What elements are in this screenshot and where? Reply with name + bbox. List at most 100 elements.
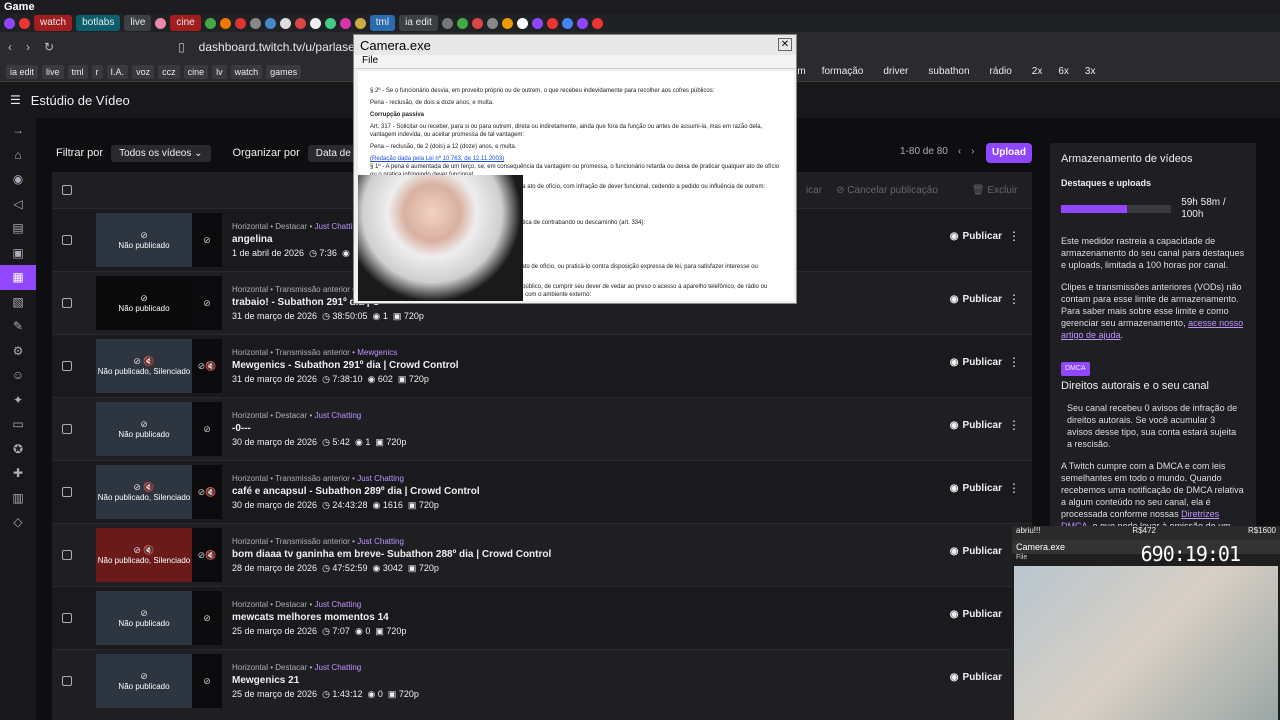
site-icon[interactable]	[309, 17, 321, 29]
publish-button[interactable]: ◉ Publicar	[950, 231, 1002, 242]
video-thumbnail[interactable]: ⊘ 🔇 Não publicado, Silenciado	[96, 528, 192, 582]
bookmark-item[interactable]: ccz	[158, 64, 180, 79]
forward-icon[interactable]: ›	[26, 40, 30, 54]
site-icon[interactable]	[501, 17, 513, 29]
publish-button[interactable]: ◉ Publicar	[950, 483, 1002, 494]
video-title[interactable]: mewcats melhores momentos 14	[232, 612, 406, 623]
video-category[interactable]: Just Chatting	[315, 663, 362, 672]
more-options-icon[interactable]: ⋮	[1008, 481, 1020, 495]
camera-window[interactable]: Camera.exe ✕ File § 2º - Se o funcionário…	[353, 34, 797, 304]
publish-button[interactable]: ◉ Publicar	[950, 357, 1002, 368]
video-thumbnail[interactable]: ⊘ Não publicado	[96, 402, 192, 456]
video-title[interactable]: angelina	[232, 234, 363, 245]
video-thumbnail[interactable]: ⊘ Não publicado	[96, 654, 192, 708]
record-icon[interactable]	[19, 17, 30, 29]
video-title[interactable]: Mewgenics 21	[232, 675, 419, 686]
site-icon[interactable]	[204, 17, 216, 29]
video-icon[interactable]: ▭	[0, 412, 36, 437]
next-page-icon[interactable]: ›	[971, 146, 974, 157]
tab-tml[interactable]: tml	[369, 15, 396, 31]
row-checkbox[interactable]	[62, 487, 72, 497]
stream-icon[interactable]: ◉	[0, 167, 36, 192]
site-icon[interactable]	[591, 17, 603, 29]
bookmark-item[interactable]: I.A.	[106, 64, 129, 79]
extensions-icon[interactable]: ✦	[0, 388, 36, 413]
select-all-checkbox[interactable]	[62, 185, 72, 195]
site-icon[interactable]	[471, 17, 483, 29]
site-icon[interactable]	[339, 17, 351, 29]
site-icon[interactable]	[546, 17, 558, 29]
upload-button[interactable]: Upload	[986, 143, 1032, 163]
delete-button[interactable]: 🗑 Excluir	[972, 185, 1018, 196]
content-icon[interactable]: ▦	[0, 265, 36, 290]
viewer-icon[interactable]: ☺	[0, 363, 36, 388]
row-checkbox[interactable]	[62, 361, 72, 371]
video-category[interactable]: Mewgenics	[357, 348, 397, 357]
bookmark-item[interactable]: watch	[230, 64, 263, 79]
site-icon[interactable]	[354, 17, 366, 29]
url-text[interactable]: dashboard.twitch.tv/u/parlase	[199, 40, 355, 54]
video-thumbnail[interactable]: ⊘ Não publicado	[96, 213, 192, 267]
doc-link[interactable]: (Redação dada pela Lei nº 10.763, de 12.…	[370, 156, 504, 162]
bookmark-item[interactable]: lv	[212, 64, 227, 79]
site-icon[interactable]	[576, 17, 588, 29]
bookmark-item[interactable]: cine	[183, 64, 209, 79]
monetization-icon[interactable]: ▧	[0, 290, 36, 315]
expand-icon[interactable]: →	[0, 118, 36, 143]
prev-page-icon[interactable]: ‹	[958, 146, 961, 157]
site-icon[interactable]	[486, 17, 498, 29]
timer-window[interactable]: abriu!!! R$472 R$1600 Camera.exe File 690:…	[1012, 526, 1280, 720]
row-checkbox[interactable]	[62, 424, 72, 434]
bookmark-item[interactable]: rádio	[990, 66, 1012, 77]
row-checkbox[interactable]	[62, 676, 72, 686]
bookmark-item[interactable]: formação	[822, 66, 864, 77]
shield-icon[interactable]: ◇	[0, 510, 36, 535]
camera-title-bar[interactable]: Camera.exe ✕	[354, 35, 796, 55]
tab-ia-edit[interactable]: ia edit	[399, 15, 438, 31]
more-options-icon[interactable]: ⋮	[1008, 418, 1020, 432]
reload-icon[interactable]: ↻	[44, 40, 54, 54]
video-thumbnail[interactable]: ⊘ Não publicado	[96, 276, 192, 330]
bookmark-item[interactable]: 6x	[1058, 66, 1069, 77]
video-title[interactable]: café e ancapsul - Subathon 289º dia | Cr…	[232, 486, 480, 497]
video-category[interactable]: Just Chatting	[357, 537, 404, 546]
video-title[interactable]: -0---	[232, 423, 406, 434]
bookmark-item[interactable]: 2x	[1032, 66, 1043, 77]
site-icon[interactable]	[561, 17, 573, 29]
bookmark-item[interactable]: subathon	[928, 66, 969, 77]
bookmark-item[interactable]: live	[42, 64, 64, 79]
video-category[interactable]: Just Chatting	[315, 600, 362, 609]
bookmark-item[interactable]: voz	[132, 64, 155, 79]
row-checkbox[interactable]	[62, 235, 72, 245]
more-options-icon[interactable]: ⋮	[1008, 292, 1020, 306]
video-category[interactable]: Just Chatting	[315, 411, 362, 420]
bookmark-item[interactable]: driver	[883, 66, 908, 77]
analytics-icon[interactable]: ▤	[0, 216, 36, 241]
home-icon[interactable]: ⌂	[0, 143, 36, 168]
row-checkbox[interactable]	[62, 613, 72, 623]
site-icon[interactable]	[219, 17, 231, 29]
close-icon[interactable]: ✕	[778, 38, 792, 51]
publish-button[interactable]: ◉ Publicar	[950, 546, 1002, 557]
settings-icon[interactable]: ⚙	[0, 339, 36, 364]
community-icon[interactable]: ▣	[0, 241, 36, 266]
video-thumbnail[interactable]: ⊘ Não publicado	[96, 591, 192, 645]
close-tab-icon[interactable]	[516, 17, 528, 29]
site-icon[interactable]	[456, 17, 468, 29]
publish-button[interactable]: ◉ Publicar	[950, 672, 1002, 683]
twitch-icon[interactable]	[4, 17, 15, 29]
filter-dropdown[interactable]: Todos os vídeos ⌄	[111, 144, 211, 162]
tab-watch[interactable]: watch	[34, 15, 73, 31]
video-category[interactable]: Just Chatting	[357, 474, 404, 483]
site-icon[interactable]	[155, 17, 167, 29]
bookmark-item[interactable]: games	[266, 64, 302, 79]
puzzle-icon[interactable]: ✚	[0, 461, 36, 486]
site-icon[interactable]	[234, 17, 246, 29]
creator-icon[interactable]: ✎	[0, 314, 36, 339]
site-icon[interactable]	[294, 17, 306, 29]
site-icon[interactable]	[441, 17, 453, 29]
publish-button[interactable]: ◉ Publicar	[950, 294, 1002, 305]
promote-icon[interactable]: ◁	[0, 192, 36, 217]
publish-button[interactable]: ◉ Publicar	[950, 420, 1002, 431]
camera-menu-file[interactable]: File	[354, 55, 796, 69]
